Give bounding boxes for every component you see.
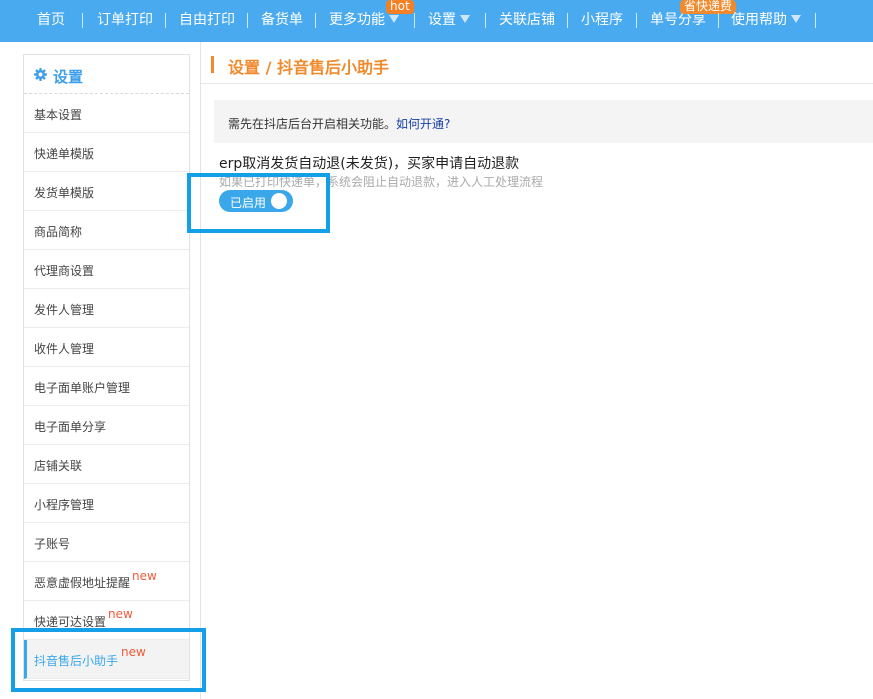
sidebar-item-ewaybill-account[interactable]: 电子面单账户管理 [24,367,189,406]
sidebar-item-sender-management[interactable]: 发件人管理 [24,289,189,328]
sidebar-item-label: 收件人管理 [34,342,95,356]
nav-divider [636,13,637,28]
nav-divider [165,13,166,28]
divider [200,42,201,699]
sidebar-item-sub-account[interactable]: 子账号 [24,523,189,562]
gear-icon [34,68,47,81]
sidebar-header: 设置 [24,55,189,94]
nav-divider [718,13,719,28]
nav-order-print[interactable]: 订单打印 [97,0,153,42]
breadcrumb: 设置 / 抖音售后小助手 [228,58,389,77]
nav-divider [815,13,816,28]
nav-mini-program[interactable]: 小程序 [581,0,623,42]
sidebar-item-agent-settings[interactable]: 代理商设置 [24,250,189,289]
sidebar-item-product-alias[interactable]: 商品简称 [24,211,189,250]
sidebar-item-label: 恶意虚假地址提醒 [34,576,131,590]
sidebar-item-label: 电子面单分享 [34,420,107,434]
sidebar-item-store-link[interactable]: 店铺关联 [24,445,189,484]
nav-divider [315,13,316,28]
sidebar-title: 设置 [53,68,84,86]
sidebar-item-label: 快递单模版 [34,147,95,161]
nav-home[interactable]: 首页 [37,0,65,42]
nav-more-features-label: 更多功能 [329,12,385,28]
nav-divider [247,13,248,28]
top-navigation-bar: 首页 订单打印 自由打印 备货单 更多功能 hot 设置 关联店铺 小程序 单号… [0,0,873,42]
settings-sidebar: 设置 基本设置 快递单模版 发货单模版 商品简称 代理商设置 发件人管理 收件人… [23,54,190,681]
hot-badge: hot [386,0,414,14]
sidebar-item-label: 发件人管理 [34,303,95,317]
nav-help-label: 使用帮助 [731,12,787,28]
notice-text: 需先在抖店后台开启相关功能。 [228,117,397,131]
sidebar-item-label: 电子面单账户管理 [34,381,131,395]
sidebar-item-ewaybill-share[interactable]: 电子面单分享 [24,406,189,445]
nav-stock-list[interactable]: 备货单 [261,0,303,42]
nav-divider [414,13,415,28]
nav-divider [82,13,83,28]
new-badge: new [132,569,157,583]
sidebar-item-waybill-template[interactable]: 快递单模版 [24,133,189,172]
sidebar-item-label: 基本设置 [34,108,83,122]
notice-text-wrap: 需先在抖店后台开启相关功能。如何开通? [228,115,450,132]
nav-linked-stores[interactable]: 关联店铺 [499,0,555,42]
save-shipping-badge: 省快递费 [680,0,737,14]
sidebar-item-label: 代理商设置 [34,264,95,278]
sidebar-item-label: 发货单模版 [34,186,95,200]
sidebar-item-recipient-management[interactable]: 收件人管理 [24,328,189,367]
divider [201,83,873,84]
chevron-down-icon [791,15,801,23]
how-to-enable-link[interactable]: 如何开通? [396,117,450,131]
nav-settings-label: 设置 [428,12,456,28]
sidebar-item-label: 子账号 [34,537,71,551]
nav-settings[interactable]: 设置 [428,0,470,42]
nav-divider [567,13,568,28]
highlight-box-sidebar-item [11,628,206,692]
new-badge: new [108,607,133,621]
notice-box: 需先在抖店后台开启相关功能。如何开通? [214,100,873,143]
chevron-down-icon [389,15,399,23]
highlight-box-toggle [187,173,330,233]
nav-divider [485,13,486,28]
sidebar-item-fake-address-alert[interactable]: 恶意虚假地址提醒 new [24,562,189,601]
sidebar-item-invoice-template[interactable]: 发货单模版 [24,172,189,211]
sidebar-item-label: 店铺关联 [34,459,83,473]
sidebar-item-basic-settings[interactable]: 基本设置 [24,94,189,133]
sidebar-item-label: 小程序管理 [34,498,95,512]
feature-title: erp取消发货自动退(未发货)，买家申请自动退款 [219,156,520,172]
breadcrumb-marker [211,56,214,73]
sidebar-item-label: 商品简称 [34,225,83,239]
chevron-down-icon [460,15,470,23]
nav-help[interactable]: 使用帮助 [731,0,801,42]
nav-free-print[interactable]: 自由打印 [179,0,235,42]
sidebar-item-mini-program[interactable]: 小程序管理 [24,484,189,523]
